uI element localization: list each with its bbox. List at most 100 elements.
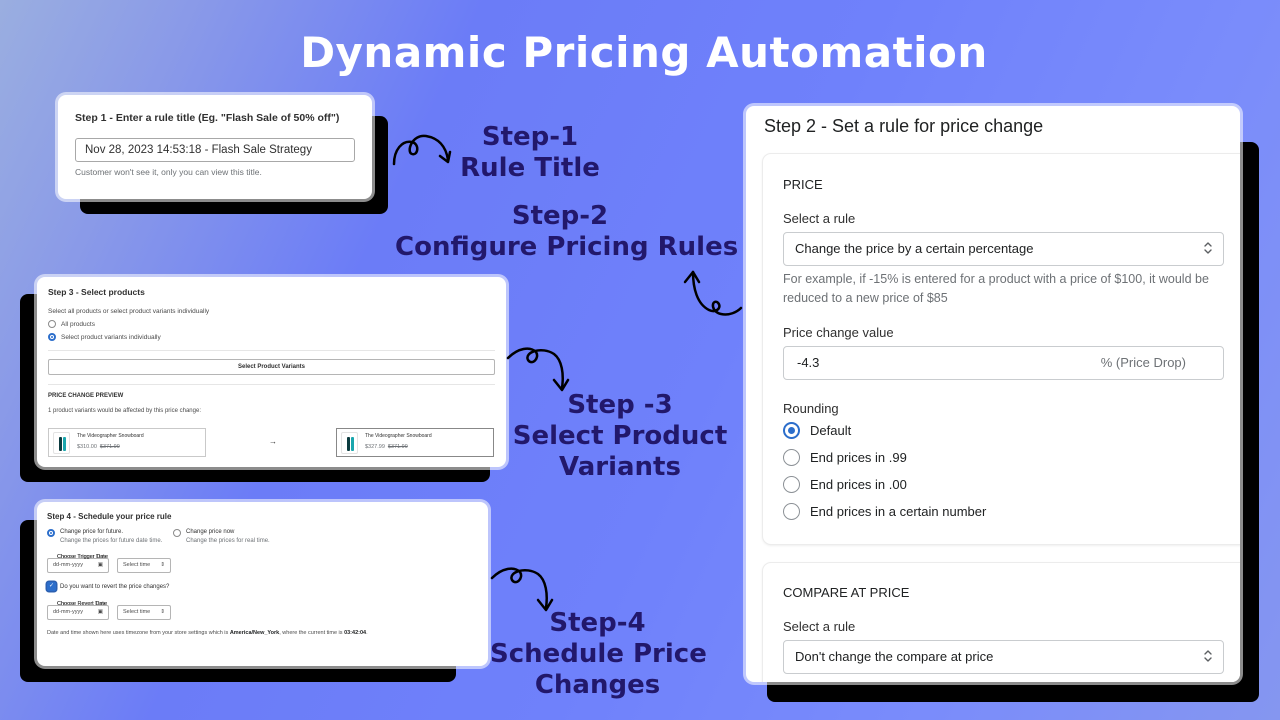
- rounding-option-default[interactable]: Default: [783, 422, 851, 439]
- product-compare-price: $371.99: [387, 444, 408, 450]
- step1-heading: Step 1 - Enter a rule title (Eg. "Flash …: [75, 112, 340, 124]
- callout-step1-title: Rule Title: [460, 153, 600, 183]
- timezone-note-mid: , where the current time is: [279, 630, 345, 636]
- callout-step3-title-line2: Variants: [559, 452, 681, 482]
- step4-heading: Step 4 - Schedule your price rule: [47, 512, 172, 521]
- step2-heading: Step 2 - Set a rule for price change: [764, 116, 1044, 136]
- compare-section-title: COMPARE AT PRICE: [783, 585, 910, 600]
- snowboard-thumbnail: [53, 432, 70, 454]
- callout-step3: Step -3 Select Product Variants: [510, 390, 730, 483]
- radio-unchecked-icon: [783, 503, 800, 520]
- select-chevron-icon: [1203, 233, 1213, 265]
- timezone-note-suffix: .: [366, 630, 368, 636]
- price-rule-value: Change the price by a certain percentage: [795, 241, 1034, 256]
- price-card: PRICE Select a rule Change the price by …: [763, 154, 1240, 544]
- radio-description: Change the prices for real time.: [186, 538, 270, 544]
- callout-step2-title: Configure Pricing Rules: [395, 232, 739, 262]
- date-placeholder: dd-mm-yyyy: [53, 562, 83, 568]
- product-preview-before: The Videographer Snowboard $310.00 $371.9…: [48, 428, 206, 457]
- radio-change-now[interactable]: Change price now Change the prices for r…: [173, 529, 270, 544]
- time-placeholder: Select time: [123, 562, 151, 568]
- compare-rule-select[interactable]: Don't change the compare at price: [783, 640, 1224, 674]
- snowboard-thumbnail: [341, 432, 358, 454]
- callout-step2: Step-2 Configure Pricing Rules: [395, 201, 739, 263]
- select-product-variants-button[interactable]: Select Product Variants: [48, 359, 495, 375]
- radio-change-future[interactable]: Change price for future. Change the pric…: [47, 529, 173, 544]
- radio-label: Select product variants individually: [61, 333, 161, 341]
- step4-panel: Step 4 - Schedule your price rule Change…: [37, 502, 488, 666]
- rule-title-input[interactable]: Nov 28, 2023 14:53:18 - Flash Sale Strat…: [75, 138, 355, 162]
- step3-panel: Step 3 - Select products Select all prod…: [37, 277, 506, 467]
- timezone-note-prefix: Date and time shown here uses timezone f…: [47, 630, 230, 636]
- curly-arrow-icon: [392, 134, 452, 166]
- callout-step4-title-line2: Changes: [534, 670, 661, 700]
- revert-time-label: Choose Revert Time: [57, 601, 108, 607]
- curly-arrow-up-icon: [683, 270, 743, 316]
- radio-label: Default: [810, 423, 852, 438]
- compare-rule-value: Don't change the compare at price: [795, 649, 994, 664]
- divider: [48, 350, 495, 351]
- revert-time-select[interactable]: Select time ⇕: [117, 605, 171, 620]
- radio-select-variants[interactable]: Select product variants individually: [48, 333, 495, 341]
- radio-description: Change the prices for future date time.: [60, 538, 163, 544]
- arrow-right-icon: →: [269, 437, 277, 446]
- radio-label: End prices in .99: [810, 450, 907, 465]
- radio-label: All products: [61, 320, 95, 328]
- price-change-value: -4.3: [797, 355, 820, 370]
- callout-step4: Step-4 Schedule Price Changes: [490, 608, 707, 701]
- callout-step1: Step-1 Rule Title: [455, 122, 605, 184]
- compare-at-price-card: COMPARE AT PRICE Select a rule Don't cha…: [763, 563, 1240, 682]
- calendar-icon[interactable]: ▣: [98, 606, 103, 619]
- radio-label: End prices in .00: [810, 477, 907, 492]
- revert-checkbox[interactable]: ✓ Do you want to revert the price change…: [47, 582, 478, 591]
- radio-checked-icon: [48, 333, 56, 341]
- step3-heading: Step 3 - Select products: [48, 287, 145, 297]
- select-chevron-icon: ⇕: [160, 562, 165, 568]
- radio-label: Change price now: [186, 529, 235, 535]
- radio-all-products[interactable]: All products: [48, 320, 495, 328]
- price-section-title: PRICE: [783, 177, 823, 192]
- step3-subtitle: Select all products or select product va…: [48, 308, 210, 315]
- rounding-option-99[interactable]: End prices in .99: [783, 449, 907, 466]
- product-price: $310.00: [77, 444, 97, 450]
- radio-checked-icon: [783, 422, 800, 439]
- current-time-value: 03:42:04: [344, 630, 367, 636]
- price-rule-select[interactable]: Change the price by a certain percentage: [783, 232, 1224, 266]
- radio-unchecked-icon: [48, 320, 56, 328]
- timezone-note: Date and time shown here uses timezone f…: [47, 630, 478, 636]
- callout-step3-number: Step -3: [567, 390, 673, 420]
- revert-date-input[interactable]: dd-mm-yyyy ▣: [47, 605, 109, 620]
- product-compare-price: $371.99: [99, 444, 120, 450]
- revert-checkbox-label: Do you want to revert the price changes?: [60, 583, 170, 590]
- divider: [48, 384, 495, 385]
- radio-label: End prices in a certain number: [810, 504, 987, 519]
- step1-panel: Step 1 - Enter a rule title (Eg. "Flash …: [58, 95, 372, 199]
- timezone-value: America/New_York: [229, 630, 280, 636]
- radio-label: Change price for future.: [60, 529, 124, 535]
- page-title: Dynamic Pricing Automation: [300, 28, 988, 77]
- callout-step4-title: Schedule Price: [490, 639, 707, 669]
- price-change-preview-subtitle: 1 product variants would be affected by …: [48, 408, 201, 414]
- price-change-preview-heading: PRICE CHANGE PREVIEW: [48, 393, 124, 399]
- select-chevron-icon: ⇕: [160, 609, 165, 615]
- rounding-option-custom[interactable]: End prices in a certain number: [783, 503, 986, 520]
- trigger-time-select[interactable]: Select time ⇕: [117, 558, 171, 573]
- product-preview-after: The Videographer Snowboard $327.99 $371.9…: [336, 428, 494, 457]
- curly-arrow-icon: [490, 567, 554, 612]
- radio-checked-icon: [47, 529, 55, 537]
- trigger-date-input[interactable]: dd-mm-yyyy ▣: [47, 558, 109, 573]
- checkmark-icon: ✓: [47, 582, 56, 591]
- curly-arrow-icon: [506, 347, 570, 392]
- price-change-value-label: Price change value: [783, 325, 894, 340]
- rule-title-help: Customer won't see it, only you can view…: [75, 167, 262, 177]
- calendar-icon[interactable]: ▣: [98, 559, 103, 572]
- price-rule-help: For example, if -15% is entered for a pr…: [783, 272, 1209, 305]
- price-change-value-input[interactable]: -4.3 % (Price Drop): [783, 346, 1224, 380]
- rounding-label: Rounding: [783, 401, 839, 416]
- compare-rule-label: Select a rule: [783, 619, 856, 634]
- product-name: The Videographer Snowboard: [77, 433, 144, 439]
- rounding-option-00[interactable]: End prices in .00: [783, 476, 907, 493]
- product-name: The Videographer Snowboard: [365, 433, 432, 439]
- product-price: $327.99: [365, 444, 385, 450]
- time-placeholder: Select time: [123, 609, 151, 615]
